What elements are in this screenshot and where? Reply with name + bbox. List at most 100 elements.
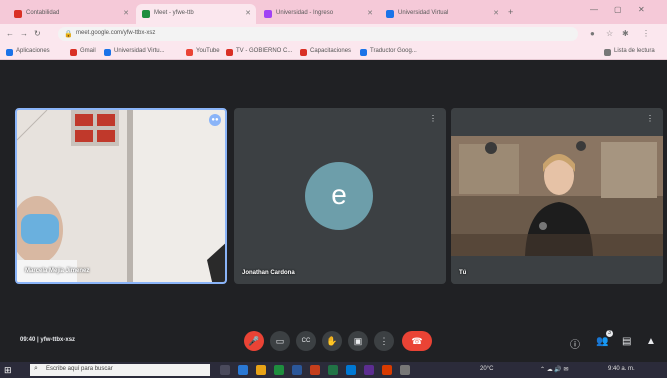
screen: Contabilidad ✕ Meet - yfwe-ttb ✕ Univers… — [0, 0, 667, 378]
app-icon[interactable] — [400, 365, 410, 375]
weather-widget[interactable]: 20°C — [480, 366, 493, 372]
participant-video — [17, 110, 225, 282]
maximize-icon[interactable]: ▢ — [614, 5, 622, 14]
participant-tile[interactable]: ⋮ e Jonathan Cardona — [234, 108, 446, 284]
windows-taskbar: ⊞ ⌕ Escribe aquí para buscar 20°C ⌃ ☁ 🔊 … — [0, 362, 667, 378]
info-icon[interactable]: ⓘ — [570, 336, 580, 351]
self-video — [451, 108, 663, 284]
browser-tab-active[interactable]: Meet - yfwe-ttb ✕ — [136, 4, 256, 24]
taskbar-search-box[interactable]: ⌕ Escribe aquí para buscar — [30, 364, 210, 376]
close-tab-icon[interactable]: ✕ — [245, 9, 251, 17]
word-icon[interactable] — [292, 365, 302, 375]
raise-hand-button[interactable]: ✋ — [322, 331, 342, 351]
browser-tab-strip: Contabilidad ✕ Meet - yfwe-ttb ✕ Univers… — [0, 0, 667, 24]
file-explorer-icon[interactable] — [256, 365, 266, 375]
bookmark-label: Aplicaciones — [16, 48, 50, 54]
close-tab-icon[interactable]: ✕ — [493, 9, 499, 17]
gmail-icon — [70, 49, 77, 56]
avatar: e — [305, 162, 373, 230]
youtube-icon — [186, 49, 193, 56]
meet-favicon-icon — [142, 10, 150, 18]
close-tab-icon[interactable]: ✕ — [367, 9, 373, 17]
bookmark-label: Capacitaciones — [310, 48, 352, 54]
search-placeholder: Escribe aquí para buscar — [46, 366, 113, 372]
bookmark-item[interactable]: Universidad Virtu... — [104, 48, 165, 56]
participant-name: Marcela Mejia Jimenez — [25, 268, 90, 274]
browser-tab[interactable]: Contabilidad ✕ — [8, 4, 134, 24]
tile-options-icon[interactable]: ⋮ — [645, 114, 655, 124]
people-icon[interactable]: 👥 — [596, 336, 608, 347]
reading-list-icon — [604, 49, 611, 56]
camera-toggle-button[interactable]: ▭ — [270, 331, 290, 351]
bookmark-favicon-icon — [300, 49, 307, 56]
participant-name: Jonathan Cardona — [242, 270, 295, 276]
bookmark-label: Gmail — [80, 48, 96, 54]
end-call-button[interactable]: ☎ — [402, 331, 432, 351]
powerpoint-icon[interactable] — [310, 365, 320, 375]
bookmark-label: Traductor Goog... — [370, 48, 417, 54]
edge-icon[interactable] — [238, 365, 248, 375]
bookmark-item[interactable]: Aplicaciones — [6, 48, 50, 56]
address-bar-row: ← → ↻ 🔒 meet.google.com/yfw-ttbx-xsz ● ☆… — [0, 24, 667, 44]
apps-icon — [6, 49, 13, 56]
chat-icon[interactable]: ▤ — [622, 336, 631, 347]
bookmark-item[interactable]: Traductor Goog... — [360, 48, 417, 56]
camera-permission-icon[interactable]: ● — [590, 29, 595, 38]
bookmark-item[interactable]: YouTube — [186, 48, 220, 56]
browser-tab[interactable]: Universidad - Ingreso ✕ — [258, 4, 378, 24]
star-icon[interactable]: ☆ — [606, 29, 613, 38]
bookmark-label: TV - GOBIERNO C... — [236, 48, 293, 54]
more-options-button[interactable]: ⋮ — [374, 331, 394, 351]
browser-menu-icon[interactable]: ⋮ — [642, 29, 650, 38]
bookmark-favicon-icon — [226, 49, 233, 56]
app-icon[interactable] — [382, 365, 392, 375]
tab-label: Universidad - Ingreso — [276, 10, 334, 16]
bookmark-label: Universidad Virtu... — [114, 48, 165, 54]
bookmark-label: YouTube — [196, 48, 220, 54]
windows-start-icon[interactable]: ⊞ — [4, 365, 14, 375]
bookmark-item[interactable]: TV - GOBIERNO C... — [226, 48, 293, 56]
present-screen-button[interactable]: ▣ — [348, 331, 368, 351]
forward-icon[interactable]: → — [20, 29, 28, 38]
microphone-toggle-button[interactable]: 🎤 — [244, 331, 264, 351]
participant-count-badge: 3 — [606, 330, 613, 337]
search-icon: ⌕ — [34, 365, 38, 372]
back-icon[interactable]: ← — [6, 29, 14, 38]
minimize-icon[interactable]: — — [590, 5, 598, 14]
task-view-icon[interactable] — [220, 365, 230, 375]
reload-icon[interactable]: ↻ — [34, 29, 41, 38]
meeting-control-bar: 09:40 | yfw-ttbx-xsz 🎤 ▭ CC ✋ ▣ ⋮ ☎ ⓘ 👥 … — [0, 318, 667, 362]
tray-icons[interactable]: ⌃ ☁ 🔊 ✉ — [540, 366, 569, 373]
audio-level-icon: ●● — [209, 114, 221, 126]
participant-tile[interactable]: ●● Marcela Mejia Jimenez — [15, 108, 227, 284]
address-bar[interactable]: 🔒 meet.google.com/yfw-ttbx-xsz — [58, 27, 578, 41]
reading-list-button[interactable]: Lista de lectura — [604, 48, 655, 56]
tile-options-icon[interactable]: ⋮ — [428, 114, 438, 124]
tab-label: Meet - yfwe-ttb — [154, 10, 194, 16]
tab-label: Contabilidad — [26, 10, 60, 16]
self-view-tile[interactable]: ⋮ Tú — [451, 108, 663, 284]
teams-icon[interactable] — [364, 365, 374, 375]
browser-tab[interactable]: Universidad Virtual ✕ — [380, 4, 504, 24]
taskbar-clock[interactable]: 9:40 a. m. — [608, 366, 635, 372]
bookmark-item[interactable]: Capacitaciones — [300, 48, 352, 56]
meeting-info-label: 09:40 | yfw-ttbx-xsz — [20, 337, 76, 343]
new-tab-button[interactable]: + — [508, 7, 513, 17]
captions-button[interactable]: CC — [296, 331, 316, 351]
excel-icon[interactable] — [328, 365, 338, 375]
outlook-icon[interactable] — [346, 365, 356, 375]
bookmarks-bar: Aplicaciones Gmail Universidad Virtu... … — [0, 44, 667, 60]
tab-favicon-icon — [386, 10, 394, 18]
chrome-icon[interactable] — [274, 365, 284, 375]
address-text: meet.google.com/yfw-ttbx-xsz — [76, 30, 156, 36]
tab-label: Universidad Virtual — [398, 10, 449, 16]
extensions-icon[interactable]: ✱ — [622, 29, 629, 38]
tab-favicon-icon — [14, 10, 22, 18]
close-window-icon[interactable]: ✕ — [638, 5, 645, 14]
activities-icon[interactable]: ▲ — [646, 336, 656, 347]
bookmark-item[interactable]: Gmail — [70, 48, 96, 56]
tab-favicon-icon — [264, 10, 272, 18]
reading-list-label: Lista de lectura — [614, 48, 655, 54]
close-tab-icon[interactable]: ✕ — [123, 9, 129, 17]
translate-icon — [360, 49, 367, 56]
